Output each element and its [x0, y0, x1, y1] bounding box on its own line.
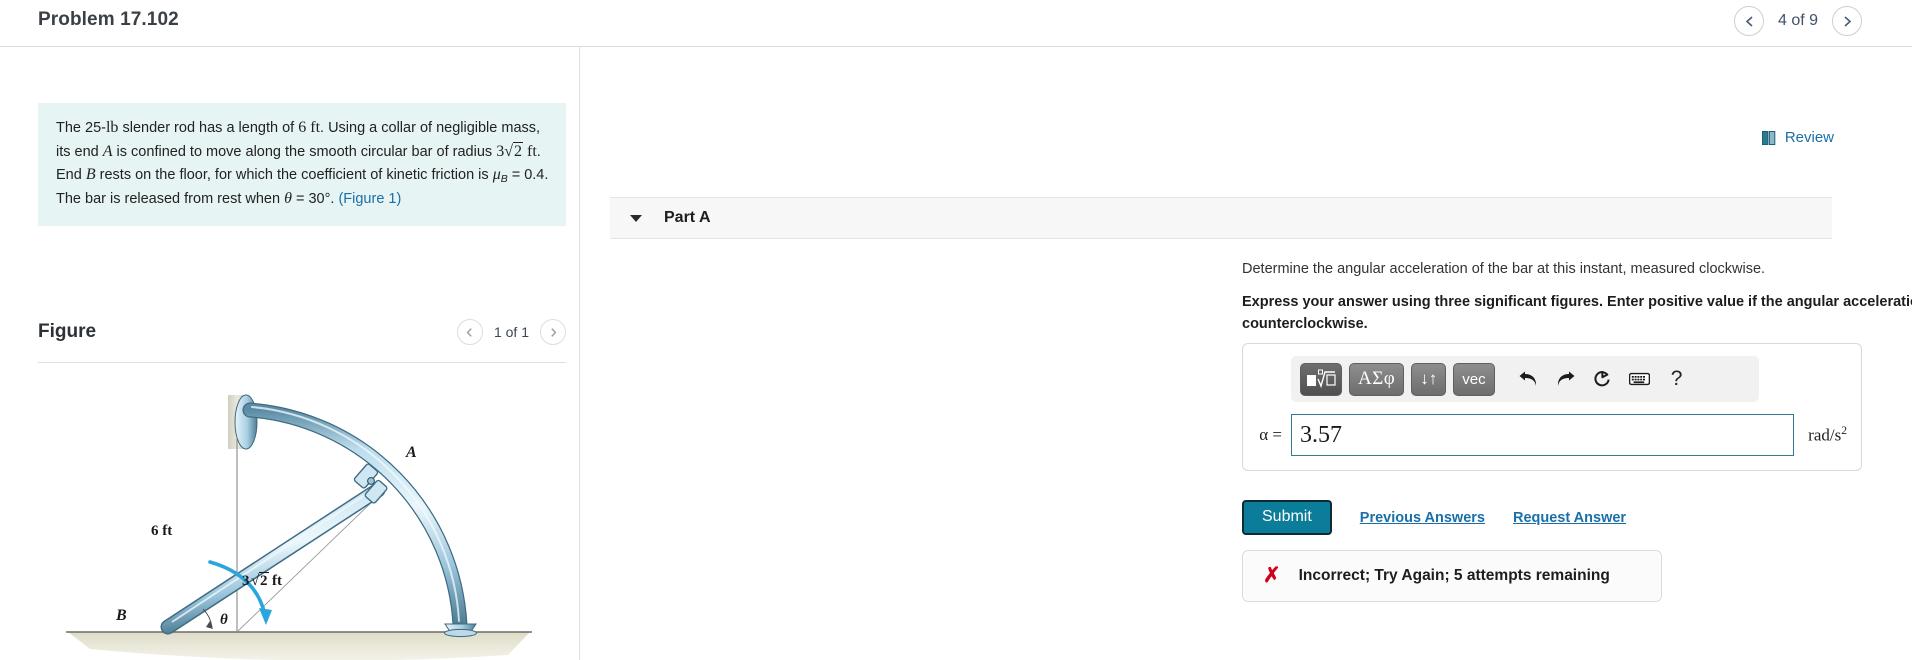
- answer-row: α = rad/s2: [1257, 414, 1847, 456]
- label-theta: θ: [220, 612, 228, 628]
- previous-problem-button[interactable]: [1734, 6, 1764, 36]
- label-radius-root: 2: [260, 573, 268, 589]
- label-length: 6 ft: [151, 523, 172, 539]
- label-radius-coef: 3: [242, 573, 250, 589]
- statement-radius: 3√2: [496, 141, 523, 160]
- greek-letters-icon: ΑΣφ: [1358, 368, 1396, 389]
- rod-highlight: [171, 488, 375, 623]
- submit-button[interactable]: Submit: [1242, 500, 1332, 535]
- caret-down-icon: [630, 214, 642, 222]
- part-a-label: Part A: [664, 209, 711, 226]
- answer-entry-box: ΑΣφ ↓↑ vec ? α = 3.57 rad/s2: [1242, 343, 1862, 471]
- help-button[interactable]: ?: [1662, 364, 1692, 394]
- label-point-b: B: [115, 607, 127, 624]
- chevron-right-icon: [1843, 15, 1851, 27]
- statement-text-6: rests on the floor, for which the coeffi…: [95, 167, 493, 184]
- keyboard-icon: [1629, 372, 1651, 386]
- radical-sign: √: [504, 142, 513, 160]
- book-icon: [1761, 130, 1776, 145]
- problem-pager-label: 4 of 9: [1777, 12, 1819, 29]
- statement-theta-symbol: θ: [284, 190, 292, 208]
- slender-rod: [162, 484, 384, 633]
- next-figure-button[interactable]: [540, 319, 566, 345]
- statement-radius-coef: 3: [496, 142, 505, 160]
- reset-button[interactable]: [1588, 364, 1618, 394]
- page-title: Problem 17.102: [38, 9, 179, 30]
- feedback-box: ✗ Incorrect; Try Again; 5 attempts remai…: [1242, 550, 1662, 602]
- label-radius: 3 √ 2 ft: [242, 571, 282, 589]
- undo-icon: [1519, 371, 1537, 386]
- chevron-left-icon: [1745, 15, 1753, 27]
- feedback-message: Incorrect; Try Again; 5 attempts remaini…: [1298, 566, 1610, 584]
- figure-reference-link[interactable]: (Figure 1): [338, 191, 401, 207]
- answer-instruction: Express your answer using three signific…: [1242, 294, 1912, 333]
- figure-image: A B θ 6 ft 3 √ 2 ft: [60, 377, 540, 660]
- updown-arrows-button[interactable]: ↓↑: [1411, 362, 1447, 396]
- statement-length-value: 6: [298, 119, 307, 136]
- statement-radius-unit: ft: [527, 142, 537, 160]
- problem-statement: The 25-lb slender rod has a length of 6 …: [38, 103, 566, 226]
- statement-mu-subscript: B: [500, 173, 508, 185]
- help-icon: ?: [1670, 367, 1683, 390]
- figure-header: Figure 1 of 1: [38, 319, 566, 363]
- statement-unit-lb: lb: [105, 119, 119, 136]
- next-problem-button[interactable]: [1832, 6, 1862, 36]
- x-mark-icon: ✗: [1263, 564, 1281, 587]
- review-button[interactable]: Review: [1761, 129, 1834, 146]
- answer-panel: Review Part A Determine the angular acce…: [580, 47, 1912, 660]
- top-bar: Problem 17.102 4 of 9: [0, 0, 1912, 47]
- answer-variable-label: α =: [1259, 425, 1282, 444]
- statement-radius-root: 2: [512, 141, 523, 160]
- mechanics-diagram: A B θ 6 ft 3 √ 2 ft: [66, 394, 532, 660]
- statement-theta-value: = 30°: [291, 191, 331, 208]
- keyboard-button[interactable]: [1625, 364, 1655, 394]
- vector-button[interactable]: vec: [1453, 362, 1495, 396]
- chevron-left-icon: [467, 327, 473, 337]
- undo-button[interactable]: [1514, 364, 1544, 394]
- figure-pager-label: 1 of 1: [493, 324, 529, 340]
- template-radical-button[interactable]: [1300, 362, 1342, 396]
- answer-unit-exponent: 2: [1841, 424, 1847, 438]
- label-point-a: A: [405, 444, 417, 461]
- part-a-header[interactable]: Part A: [610, 197, 1832, 239]
- reset-icon: [1594, 371, 1610, 387]
- redo-icon: [1558, 371, 1575, 386]
- label-radius-unit: ft: [272, 573, 282, 589]
- vector-icon: vec: [1462, 370, 1486, 388]
- main-columns: The 25-lb slender rod has a length of 6 …: [0, 47, 1912, 660]
- statement-mu-value: = 0.4: [507, 167, 545, 184]
- request-answer-link[interactable]: Request Answer: [1513, 510, 1626, 526]
- math-toolbar: ΑΣφ ↓↑ vec ?: [1291, 356, 1759, 402]
- collar-pin: [367, 477, 375, 485]
- bar-foot-base: [444, 628, 477, 638]
- question-text: Determine the angular acceleration of th…: [1242, 261, 1766, 277]
- problem-pager: 4 of 9: [1734, 6, 1862, 36]
- figure-pager: 1 of 1: [456, 319, 566, 345]
- statement-text-1: The 25-: [56, 120, 106, 136]
- statement-length-unit: ft: [310, 119, 321, 136]
- previous-figure-button[interactable]: [456, 319, 483, 345]
- chevron-right-icon: [550, 327, 556, 337]
- statement-text-4: is confined to move along the smooth cir…: [112, 143, 497, 160]
- answer-input[interactable]: [1291, 414, 1795, 456]
- greek-symbols-button[interactable]: ΑΣφ: [1349, 362, 1405, 396]
- previous-answers-link[interactable]: Previous Answers: [1360, 510, 1485, 526]
- figure-title: Figure: [38, 321, 97, 342]
- statement-var-a: A: [102, 142, 113, 160]
- square-root-template-icon: [1307, 369, 1336, 388]
- answer-unit: rad/s2: [1808, 424, 1847, 446]
- rotation-arrow-head: [259, 608, 272, 625]
- statement-var-b: B: [85, 166, 96, 184]
- statement-mu-symbol: μ: [492, 166, 501, 184]
- up-down-arrows-icon: ↓↑: [1420, 369, 1438, 388]
- label-radius-radical: √: [251, 573, 260, 589]
- problem-panel: The 25-lb slender rod has a length of 6 …: [0, 47, 580, 660]
- statement-text-2: slender rod has a length of: [118, 120, 299, 136]
- answer-unit-base: rad/s: [1808, 425, 1842, 445]
- review-label: Review: [1784, 129, 1834, 146]
- redo-button[interactable]: [1551, 364, 1581, 394]
- submit-row: Submit Previous Answers Request Answer: [1242, 500, 1626, 535]
